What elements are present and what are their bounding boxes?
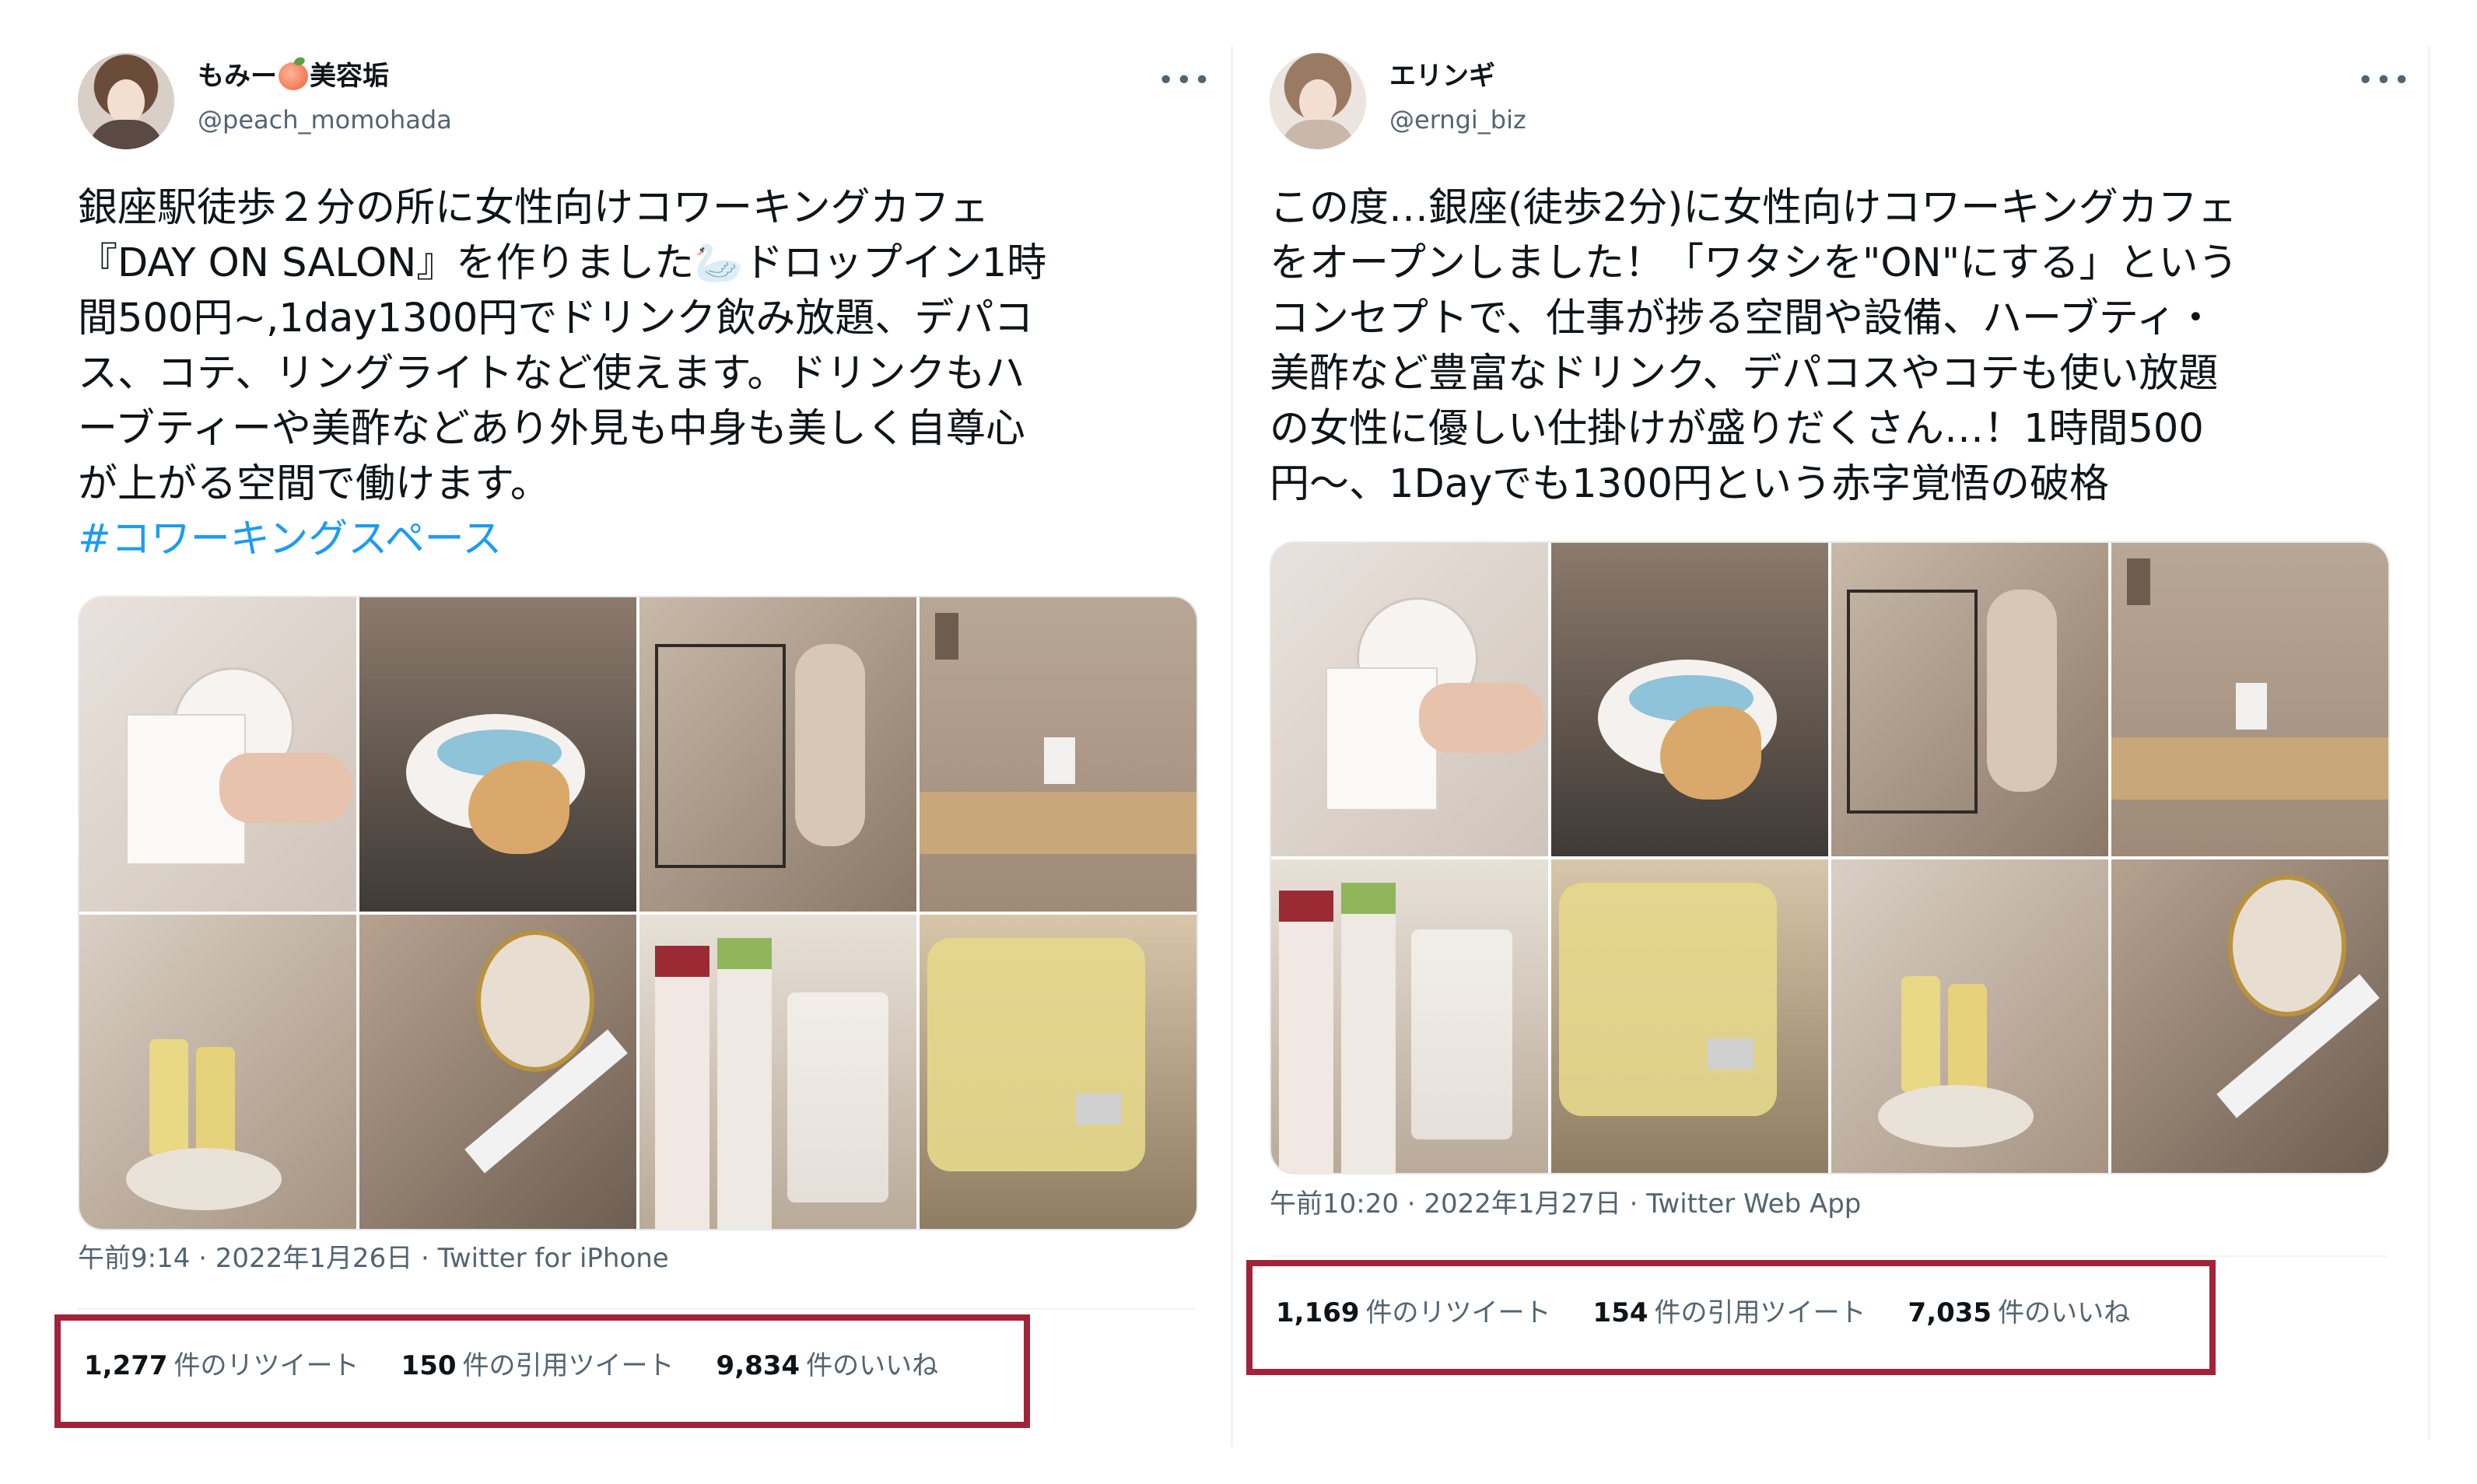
serum-bottles-photo-icon[interactable]	[79, 915, 356, 1229]
swan-cookie-tea-photo-icon[interactable]	[1551, 543, 1828, 856]
drink-bottles-photo-icon[interactable]	[639, 915, 916, 1229]
tweet-source-link[interactable]: Twitter Web App	[1646, 1188, 1861, 1220]
salon-card-photo-icon[interactable]	[1271, 543, 1548, 856]
highlight-box	[1246, 1260, 2216, 1375]
display-name-prefix: もみー	[198, 61, 277, 92]
display-name[interactable]: もみー 美容垢	[198, 61, 389, 92]
column-divider	[1231, 47, 1233, 1447]
avatar[interactable]	[1270, 53, 1366, 149]
avatar[interactable]	[78, 53, 174, 149]
swan-cookie-tea-photo-icon[interactable]	[359, 597, 636, 912]
tweet-text: この度…銀座(徒歩2分)に女性向けコワーキングカフェ をオープンしました！「ワタ…	[1270, 185, 2238, 507]
tweet-timestamp: 午前10:20 · 2022年1月27日 · Twitter Web App	[1270, 1188, 1861, 1220]
hair-iron-mirror-photo-icon[interactable]	[2111, 859, 2388, 1173]
hashtag-link[interactable]: #コワーキングスペース	[78, 512, 502, 567]
display-name[interactable]: エリンギ	[1389, 61, 1495, 92]
display-name-suffix: 美容垢	[310, 61, 389, 92]
drink-dispenser-photo-icon[interactable]	[1551, 859, 1828, 1173]
tweet-timestamp: 午前9:14 · 2022年1月26日 · Twitter for iPhone	[78, 1243, 669, 1274]
salon-card-photo-icon[interactable]	[79, 597, 356, 912]
cafe-table-photo-icon[interactable]	[920, 597, 1196, 912]
serum-bottles-photo-icon[interactable]	[1831, 859, 2108, 1173]
timestamp-text: 午前9:14 · 2022年1月26日 ·	[78, 1243, 438, 1274]
divider	[1270, 1255, 2387, 1257]
divider	[78, 1308, 1195, 1310]
highlight-box	[54, 1314, 1030, 1428]
user-handle[interactable]: @peach_momohada	[198, 104, 452, 135]
media-grid[interactable]	[78, 596, 1198, 1230]
cafe-interior-photo-icon[interactable]	[1831, 543, 2108, 856]
cafe-interior-photo-icon[interactable]	[639, 597, 916, 912]
tweet-source-link[interactable]: Twitter for iPhone	[438, 1243, 669, 1274]
drink-dispenser-photo-icon[interactable]	[920, 915, 1196, 1229]
timestamp-text: 午前10:20 · 2022年1月27日 ·	[1270, 1188, 1647, 1220]
hair-iron-mirror-photo-icon[interactable]	[359, 915, 636, 1229]
more-options-icon[interactable]: •••	[1158, 67, 1212, 95]
peach-emoji-icon	[279, 62, 308, 90]
tweet-card[interactable]: もみー 美容垢 @peach_momohada ••• 銀座駅徒歩２分の所に女性…	[0, 0, 1229, 1484]
cafe-table-photo-icon[interactable]	[2111, 543, 2388, 856]
tweet-text: 銀座駅徒歩２分の所に女性向けコワーキングカフェ 『DAY ON SALON』を作…	[78, 185, 1047, 507]
drink-bottles-photo-icon[interactable]	[1271, 859, 1548, 1173]
media-grid[interactable]	[1270, 541, 2390, 1174]
user-handle[interactable]: @erngi_biz	[1389, 104, 1526, 135]
tweet-card[interactable]: エリンギ @erngi_biz ••• この度…銀座(徒歩2分)に女性向けコワー…	[1237, 0, 2477, 1484]
column-border	[2428, 47, 2430, 1439]
more-options-icon[interactable]: •••	[2357, 67, 2412, 95]
